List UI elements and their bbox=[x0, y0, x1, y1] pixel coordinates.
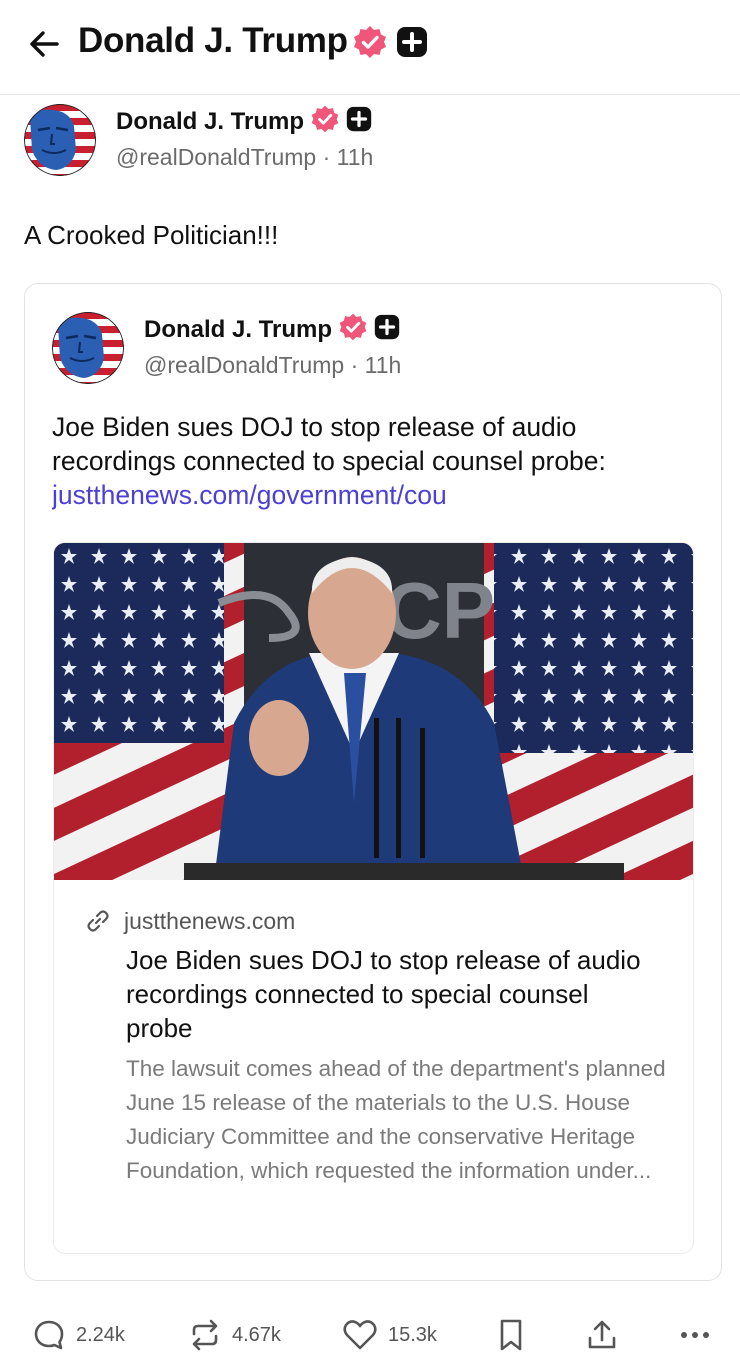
bookmark-button[interactable] bbox=[496, 1318, 526, 1352]
plus-badge-icon bbox=[396, 26, 428, 63]
quoted-post-card[interactable]: Donald J. Trump @realDonaldTrump · 11h J… bbox=[24, 283, 722, 1281]
more-button[interactable] bbox=[678, 1318, 712, 1352]
avatar[interactable] bbox=[52, 312, 124, 384]
plus-badge-icon bbox=[346, 106, 372, 137]
author-meta: @realDonaldTrump · 11h bbox=[144, 352, 402, 378]
repost-button[interactable]: 4.67k bbox=[188, 1318, 281, 1352]
verified-badge-icon bbox=[352, 24, 388, 65]
author-name[interactable]: Donald J. Trump bbox=[144, 316, 332, 344]
repost-count: 4.67k bbox=[232, 1323, 281, 1346]
avatar[interactable] bbox=[24, 104, 96, 176]
verified-badge-icon bbox=[338, 312, 368, 347]
comment-icon bbox=[34, 1320, 64, 1350]
top-bar: Donald J. Trump bbox=[0, 0, 740, 95]
heart-icon bbox=[343, 1320, 377, 1350]
author-name[interactable]: Donald J. Trump bbox=[116, 108, 304, 136]
author-row: Donald J. Trump bbox=[116, 104, 372, 139]
link-domain: justthenews.com bbox=[124, 907, 296, 934]
more-horizontal-icon bbox=[681, 1332, 709, 1338]
author-meta: @realDonaldTrump · 11h bbox=[116, 144, 374, 170]
quoted-post-text: Joe Biden sues DOJ to stop release of au… bbox=[52, 410, 692, 512]
link-title: Joe Biden sues DOJ to stop release of au… bbox=[126, 945, 641, 1043]
link-preview-image: CP bbox=[54, 543, 693, 880]
share-icon bbox=[588, 1320, 616, 1349]
link-domain-row: justthenews.com bbox=[84, 907, 295, 935]
quoted-post-header: Donald J. Trump @realDonaldTrump · 11h bbox=[52, 312, 692, 384]
back-button[interactable] bbox=[26, 26, 62, 62]
bookmark-icon bbox=[500, 1319, 522, 1351]
repost-icon bbox=[192, 1319, 218, 1351]
link-preview-card[interactable]: CP justthenews.com Joe Biden sues DOJ to… bbox=[53, 542, 694, 1254]
title-badges bbox=[352, 24, 428, 65]
action-bar: 2.24k 4.67k 15.3k bbox=[0, 1310, 740, 1362]
reply-count: 2.24k bbox=[76, 1323, 125, 1346]
link-icon bbox=[87, 910, 109, 932]
reply-button[interactable]: 2.24k bbox=[32, 1318, 125, 1352]
share-button[interactable] bbox=[585, 1318, 619, 1352]
author-row: Donald J. Trump bbox=[144, 312, 400, 347]
arrow-left-icon bbox=[30, 31, 59, 57]
quoted-post-body: Joe Biden sues DOJ to stop release of au… bbox=[52, 412, 606, 476]
page-title: Donald J. Trump bbox=[78, 21, 348, 60]
post-header: Donald J. Trump @realDonaldTrump · 11h bbox=[24, 104, 724, 176]
plus-badge-icon bbox=[374, 314, 400, 345]
quoted-post-link[interactable]: justthenews.com/government/cou bbox=[52, 478, 692, 512]
link-description: The lawsuit comes ahead of the departmen… bbox=[126, 1056, 666, 1183]
verified-badge-icon bbox=[310, 104, 340, 139]
post-text: A Crooked Politician!!! bbox=[24, 220, 279, 250]
like-button[interactable]: 15.3k bbox=[342, 1318, 437, 1352]
svg-text:CP: CP bbox=[384, 566, 495, 655]
like-count: 15.3k bbox=[388, 1323, 437, 1346]
